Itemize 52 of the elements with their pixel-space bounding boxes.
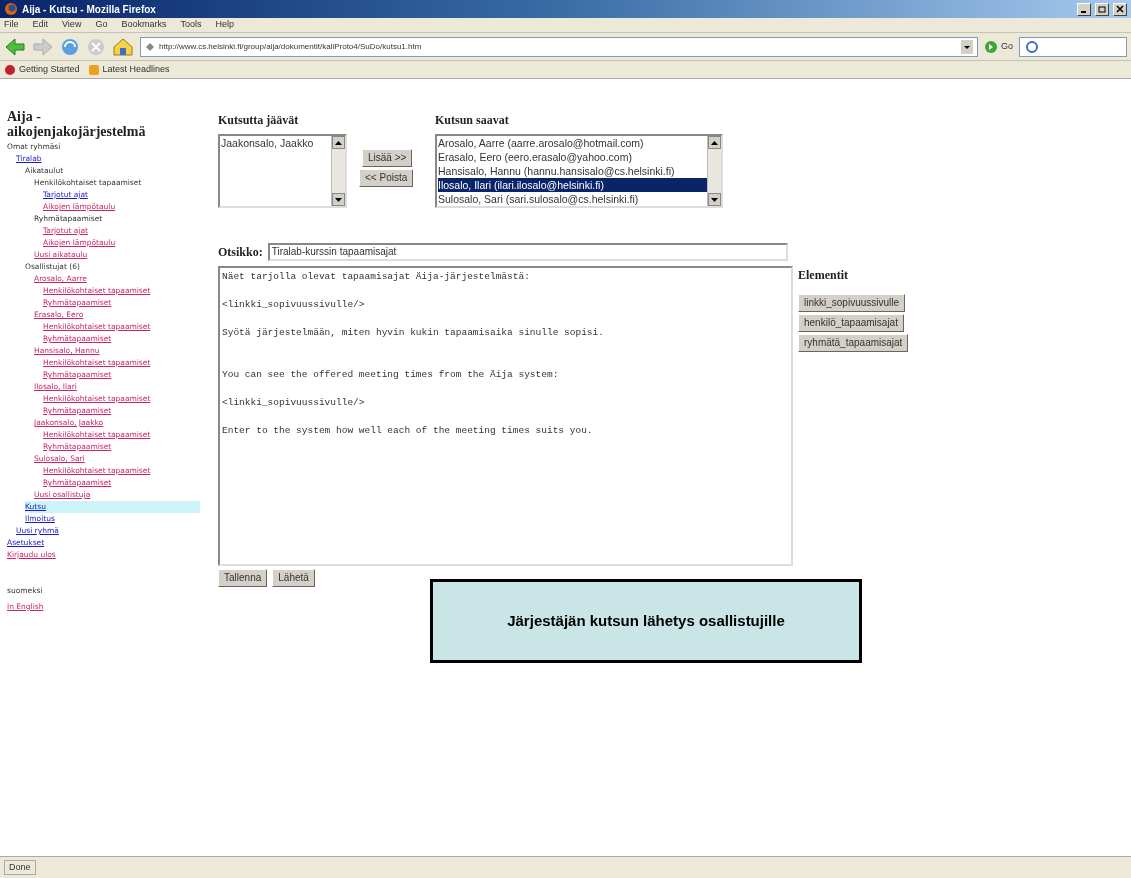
element-button[interactable]: linkki_sopivuussivulle bbox=[798, 294, 906, 312]
browser-logo-icon bbox=[4, 2, 18, 16]
list-box[interactable] bbox=[435, 134, 723, 208]
menu-item[interactable]: Help bbox=[215, 18, 234, 32]
save-button[interactable]: Tallenna bbox=[218, 569, 268, 587]
bookmark-link[interactable]: Getting Started bbox=[4, 62, 80, 77]
list-heading: Kutsutta jäävät bbox=[218, 112, 300, 129]
minimize-icon[interactable] bbox=[1077, 2, 1091, 16]
search-field[interactable] bbox=[1019, 36, 1127, 57]
close-icon[interactable] bbox=[1113, 2, 1127, 16]
scroll-down-icon[interactable] bbox=[708, 193, 721, 206]
go-button[interactable]: Go bbox=[984, 39, 1013, 54]
search-engine-icon bbox=[1024, 39, 1038, 54]
send-button[interactable]: Lähetä bbox=[272, 569, 315, 587]
address-field[interactable]: http://www.cs.helsinki.fi/group/aija/dokumentit/kaliProto4/SuDo/kutsu1.htm bbox=[140, 36, 978, 57]
app-title: Aija - aikojenjakojärjestelmä bbox=[7, 109, 147, 139]
window-title: Aija - Kutsu - Mozilla Firefox bbox=[22, 2, 156, 17]
caption-box: Järjestäjän kutsun lähetys osallistujille bbox=[430, 579, 862, 663]
feed-icon bbox=[87, 63, 100, 76]
elements-heading: Elementit bbox=[798, 267, 849, 284]
list-heading: Kutsun saavat bbox=[435, 112, 510, 129]
list-option[interactable]: Ilosalo, Ilari (ilari.ilosalo@helsinki.fi) bbox=[438, 178, 707, 192]
list-option[interactable]: Sulosalo, Sari (sari.sulosalo@cs.helsinki.fi) bbox=[438, 192, 707, 206]
list-option[interactable]: Arosalo, Aarre (aarre.arosalo@hotmail.com) bbox=[438, 136, 707, 150]
menu-item[interactable]: Go bbox=[95, 18, 108, 32]
element-button[interactable]: ryhmätä_tapaamisajat bbox=[798, 334, 909, 352]
menu-item[interactable]: Edit bbox=[32, 18, 49, 32]
remove-button[interactable]: << Poista bbox=[359, 169, 414, 187]
add-button[interactable]: Lisää >> bbox=[362, 149, 413, 167]
scroll-down-icon[interactable] bbox=[332, 193, 345, 206]
element-button[interactable]: henkilö_tapaamisajat bbox=[798, 314, 904, 332]
back-arrow-icon[interactable] bbox=[4, 36, 26, 57]
list-option[interactable]: Hansisalo, Hannu (hannu.hansisalo@cs.helsinki.fi) bbox=[438, 164, 707, 178]
list-option[interactable]: Erasalo, Eero (eero.erasalo@yahoo.com) bbox=[438, 150, 707, 164]
bookmark-link[interactable]: Latest Headlines bbox=[87, 62, 170, 77]
menu-item[interactable]: Bookmarks bbox=[121, 18, 167, 32]
status-text: Done bbox=[4, 859, 36, 876]
page-icon bbox=[145, 41, 155, 52]
scroll-up-icon[interactable] bbox=[708, 136, 721, 149]
list-box[interactable]: Jaakonsalo, Jaakko bbox=[218, 134, 347, 208]
restore-icon[interactable] bbox=[1095, 2, 1109, 16]
bookmark-dot-icon bbox=[4, 63, 16, 76]
menu-item[interactable]: Tools bbox=[180, 18, 202, 32]
scroll-up-icon[interactable] bbox=[332, 136, 345, 149]
menu-item[interactable]: File bbox=[4, 18, 19, 32]
subject-field[interactable]: Tiralab-kurssin tapaamisajat bbox=[267, 243, 788, 261]
home-icon[interactable] bbox=[112, 36, 134, 57]
message-field[interactable]: Näet tarjolla olevat tapaamisajat Äija-järjestelmästä: <linkki_sopivuussivulle/> Syötä järjestelmään, miten hyvin kukin tapaamisaika sinulle sopisi. You can see the offered meeting times from the Äija system: <linkki_sopivuussivulle/> Enter to the system how well each of the meeting times suits you. bbox=[218, 266, 793, 566]
list-option[interactable]: Jaakonsalo, Jaakko bbox=[221, 136, 331, 150]
reload-icon[interactable] bbox=[60, 36, 80, 57]
subject-label: Otsikko: bbox=[218, 244, 263, 261]
menu-item[interactable]: View bbox=[62, 18, 82, 32]
